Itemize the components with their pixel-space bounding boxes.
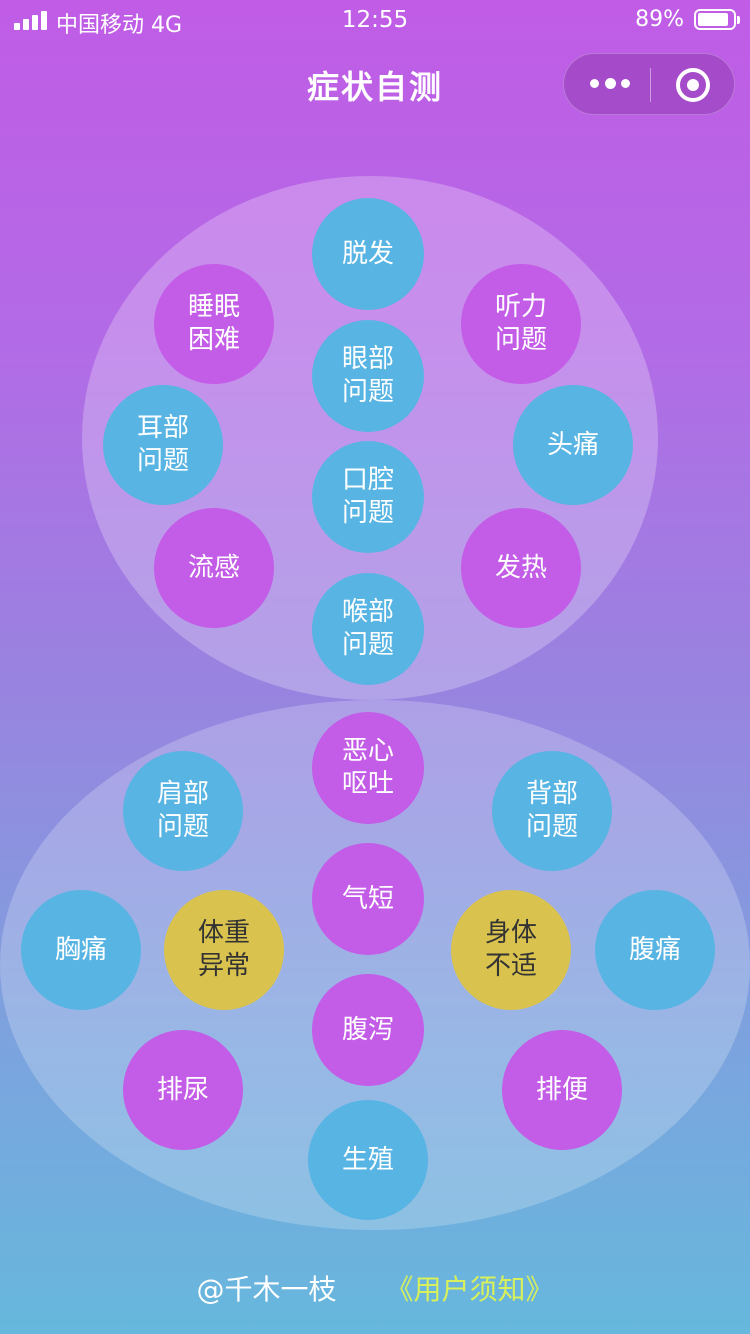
more-dots-icon[interactable] xyxy=(590,74,630,94)
author-label: @千木一枝 xyxy=(196,1273,337,1306)
symptom-shortness-of-breath[interactable]: 气短 xyxy=(312,843,424,955)
target-circle-icon[interactable] xyxy=(676,68,710,102)
symptom-unwell[interactable]: 身体 不适 xyxy=(451,890,571,1010)
symptom-hearing[interactable]: 听力 问题 xyxy=(461,264,581,384)
symptom-weight[interactable]: 体重 异常 xyxy=(164,890,284,1010)
mini-program-capsule xyxy=(563,53,735,115)
symptom-back[interactable]: 背部 问题 xyxy=(492,751,612,871)
symptom-shoulder[interactable]: 肩部 问题 xyxy=(123,751,243,871)
battery-percent: 89% xyxy=(635,7,684,32)
symptom-headache[interactable]: 头痛 xyxy=(513,385,633,505)
symptom-reproductive[interactable]: 生殖 xyxy=(308,1100,428,1220)
symptom-sleep[interactable]: 睡眠 困难 xyxy=(154,264,274,384)
symptom-defecation[interactable]: 排便 xyxy=(502,1030,622,1150)
status-bar: 中国移动 4G 12:55 89% xyxy=(0,0,750,40)
symptom-chest-pain[interactable]: 胸痛 xyxy=(21,890,141,1010)
symptom-nausea[interactable]: 恶心 呕吐 xyxy=(312,712,424,824)
symptom-fever[interactable]: 发热 xyxy=(461,508,581,628)
symptom-throat[interactable]: 喉部 问题 xyxy=(312,573,424,685)
symptom-flu[interactable]: 流感 xyxy=(154,508,274,628)
capsule-divider xyxy=(650,68,651,102)
footer: @千木一枝 《用户须知》 xyxy=(0,1268,750,1308)
symptom-hair-loss[interactable]: 脱发 xyxy=(312,198,424,310)
battery-icon xyxy=(694,9,740,30)
symptom-abdominal-pain[interactable]: 腹痛 xyxy=(595,890,715,1010)
symptom-mouth[interactable]: 口腔 问题 xyxy=(312,441,424,553)
user-notice-link[interactable]: 《用户须知》 xyxy=(385,1273,553,1306)
symptom-urination[interactable]: 排尿 xyxy=(123,1030,243,1150)
symptom-ear[interactable]: 耳部 问题 xyxy=(103,385,223,505)
symptom-eye[interactable]: 眼部 问题 xyxy=(312,320,424,432)
symptom-diarrhea[interactable]: 腹泻 xyxy=(312,974,424,1086)
